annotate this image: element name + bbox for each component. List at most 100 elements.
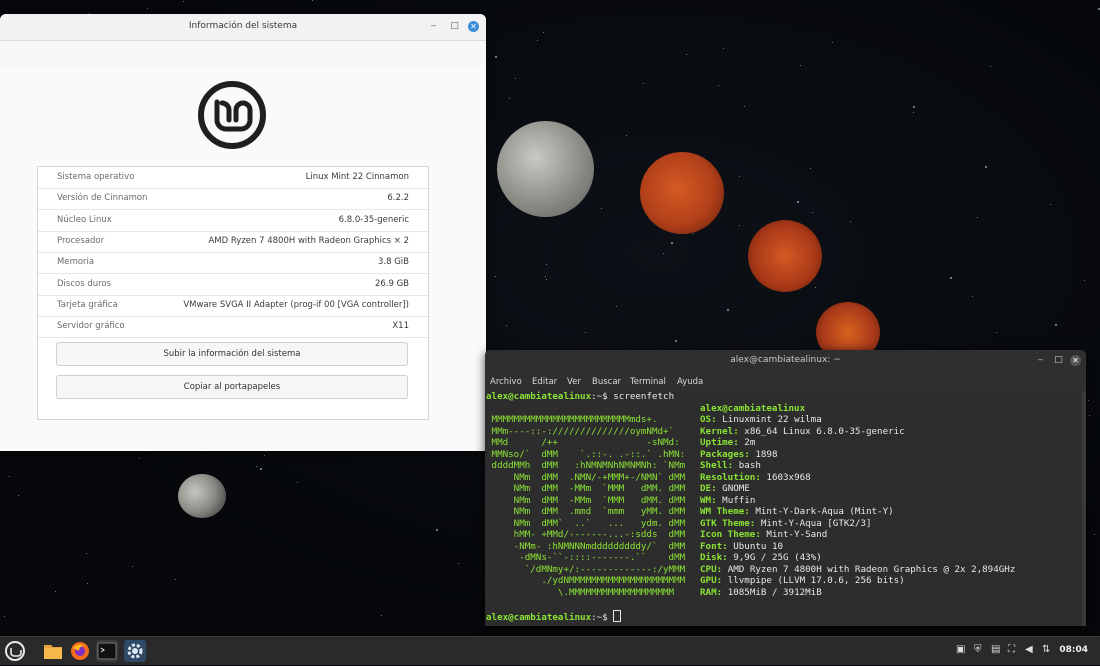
updates-icon[interactable]: ⛶ — [1008, 644, 1015, 655]
info-row: Discos duros 26.9 GB — [38, 274, 428, 296]
star — [810, 168, 811, 169]
info-value: Ubuntu 10 — [733, 540, 784, 552]
info-row: Núcleo Linux 6.8.0-35-generic — [38, 210, 428, 232]
terminal-titlebar[interactable]: alex@cambiatealinux: ~ ‒ □ ✕ — [485, 350, 1086, 372]
terminal-icon[interactable] — [96, 640, 118, 662]
info-line: Shell: bash — [700, 460, 761, 472]
terminal-menubar: Archivo Editar Ver Buscar Terminal Ayuda — [485, 372, 1086, 393]
info-row: Versión de Cinnamon 6.2.2 — [38, 188, 428, 211]
logo-line: -dMNs-``-::::-------.`` dMM — [486, 552, 686, 563]
star — [585, 332, 586, 333]
prompt-user: alex@cambiatealinux — [486, 391, 592, 402]
clock[interactable]: 08:04 — [1059, 645, 1088, 655]
info-key: Uptime — [700, 437, 734, 448]
star — [509, 98, 510, 99]
close-icon[interactable]: ✕ — [468, 21, 479, 32]
info-line: GTK Theme: Mint-Y-Aqua [GTK2/3] — [700, 518, 872, 530]
info-label: Discos duros — [57, 278, 112, 289]
info-key: WM — [700, 494, 712, 506]
star — [1088, 400, 1089, 401]
info-colon: : — [733, 425, 745, 437]
info-key: Packages — [700, 448, 745, 460]
menu-editar[interactable]: Editar — [532, 377, 557, 387]
menu-archivo[interactable]: Archivo — [490, 377, 522, 387]
minimize-icon[interactable]: ‒ — [428, 21, 439, 32]
star — [797, 201, 799, 203]
maximize-icon[interactable]: □ — [1053, 355, 1064, 366]
logo-line: NMm dMM -MMm `MMM dMM. dMM — [486, 483, 686, 494]
info-label: Servidor gráfico — [57, 321, 125, 332]
menu-buscar[interactable]: Buscar — [592, 377, 621, 387]
info-row: Procesador AMD Ryzen 7 4800H with Radeon … — [38, 231, 428, 253]
info-label: Memoria — [57, 257, 95, 268]
terminal-output[interactable]: alex@cambiatealinux:~$ screenfetch alex@c… — [485, 391, 1086, 626]
info-colon: : — [755, 529, 767, 540]
info-value: AMD Ryzen 7 4800H with Radeon Graphics @… — [727, 563, 1016, 575]
star — [812, 212, 813, 213]
volume-icon[interactable]: ◀ — [1025, 644, 1033, 655]
star — [643, 83, 644, 84]
info-value: Muffin — [722, 494, 756, 506]
info-row: Servidor gráfico X11 — [38, 316, 428, 339]
info-colon: : — [711, 483, 723, 494]
star — [18, 495, 19, 496]
settings-icon[interactable] — [124, 640, 146, 662]
info-colon: : — [727, 460, 739, 471]
copy-clipboard-button[interactable]: Copiar al portapapeles — [56, 375, 408, 399]
menu-ver[interactable]: Ver — [567, 377, 581, 387]
clipboard-icon[interactable]: ▣ — [956, 644, 965, 655]
star — [256, 466, 257, 467]
star — [718, 85, 719, 86]
network-icon[interactable]: ⇅ — [1042, 644, 1050, 655]
info-value: x86_64 Linux 6.8.0-35-generic — [744, 425, 905, 437]
firefox-icon[interactable] — [69, 640, 91, 662]
terminal-scrollbar[interactable] — [1082, 391, 1086, 626]
info-key: CPU — [700, 563, 717, 575]
menu-terminal[interactable]: Terminal — [630, 377, 666, 387]
window-titlebar[interactable]: Información del sistema ‒ □ ✕ — [0, 14, 486, 41]
upload-info-button[interactable]: Subir la información del sistema — [56, 342, 408, 366]
info-colon: : — [755, 471, 767, 483]
command-text: screenfetch — [613, 391, 675, 402]
files-icon[interactable] — [42, 640, 64, 662]
system-info-table: Sistema operativo Linux Mint 22 Cinnamon V… — [37, 166, 429, 420]
logo-line: NMm dMM` ..` ... ydm. dMM — [486, 517, 686, 529]
info-line: Disk: 9,9G / 25G (43%) — [700, 552, 822, 564]
star — [850, 221, 851, 222]
logo-line: NMm dMM .NMN/-+MMM+-/NMN` dMM — [486, 471, 686, 483]
prompt-line: alex@cambiatealinux:~$ — [486, 609, 622, 624]
terminal-window[interactable]: alex@cambiatealinux: ~ ‒ □ ✕ Archivo Edi… — [485, 350, 1086, 626]
info-colon: : — [749, 517, 761, 529]
menu-ayuda[interactable]: Ayuda — [677, 377, 703, 387]
moon-eclipse-1 — [640, 152, 724, 234]
star — [671, 242, 673, 244]
star — [545, 276, 546, 277]
info-value: 2m — [744, 437, 756, 448]
info-colon: : — [733, 437, 745, 448]
logo-line: MMMMMMMMMMMMMMMMMMMMMMMMMmds+. — [486, 414, 658, 425]
star — [495, 56, 497, 58]
star — [601, 208, 602, 209]
info-key: OS — [700, 414, 712, 425]
close-icon[interactable]: ✕ — [1070, 355, 1081, 366]
star — [913, 106, 915, 108]
info-key: Resolution — [700, 471, 756, 483]
info-colon: : — [716, 563, 728, 575]
menu-icon[interactable] — [4, 640, 26, 662]
info-line: Font: Ubuntu 10 — [700, 541, 783, 553]
star — [515, 78, 516, 79]
shield-icon[interactable]: ⛨ — [974, 644, 982, 655]
star — [436, 529, 438, 531]
system-info-window[interactable]: Información del sistema ‒ □ ✕ Sistema op… — [0, 14, 486, 451]
maximize-icon[interactable]: □ — [449, 21, 460, 32]
moon-small — [178, 474, 226, 518]
info-value: 26.9 GB — [374, 278, 409, 289]
star — [139, 458, 140, 459]
taskbar: ▣ ⛨ ▤ ⛶ ◀ ⇅ 08:04 — [0, 636, 1100, 665]
info-value: 1085MiB / 3912MiB — [727, 586, 822, 598]
info-key: GPU — [700, 575, 717, 586]
minimize-icon[interactable]: ‒ — [1035, 355, 1046, 366]
network-manager-icon[interactable]: ▤ — [991, 644, 1000, 655]
info-colon: : — [722, 552, 734, 563]
star — [723, 48, 724, 49]
